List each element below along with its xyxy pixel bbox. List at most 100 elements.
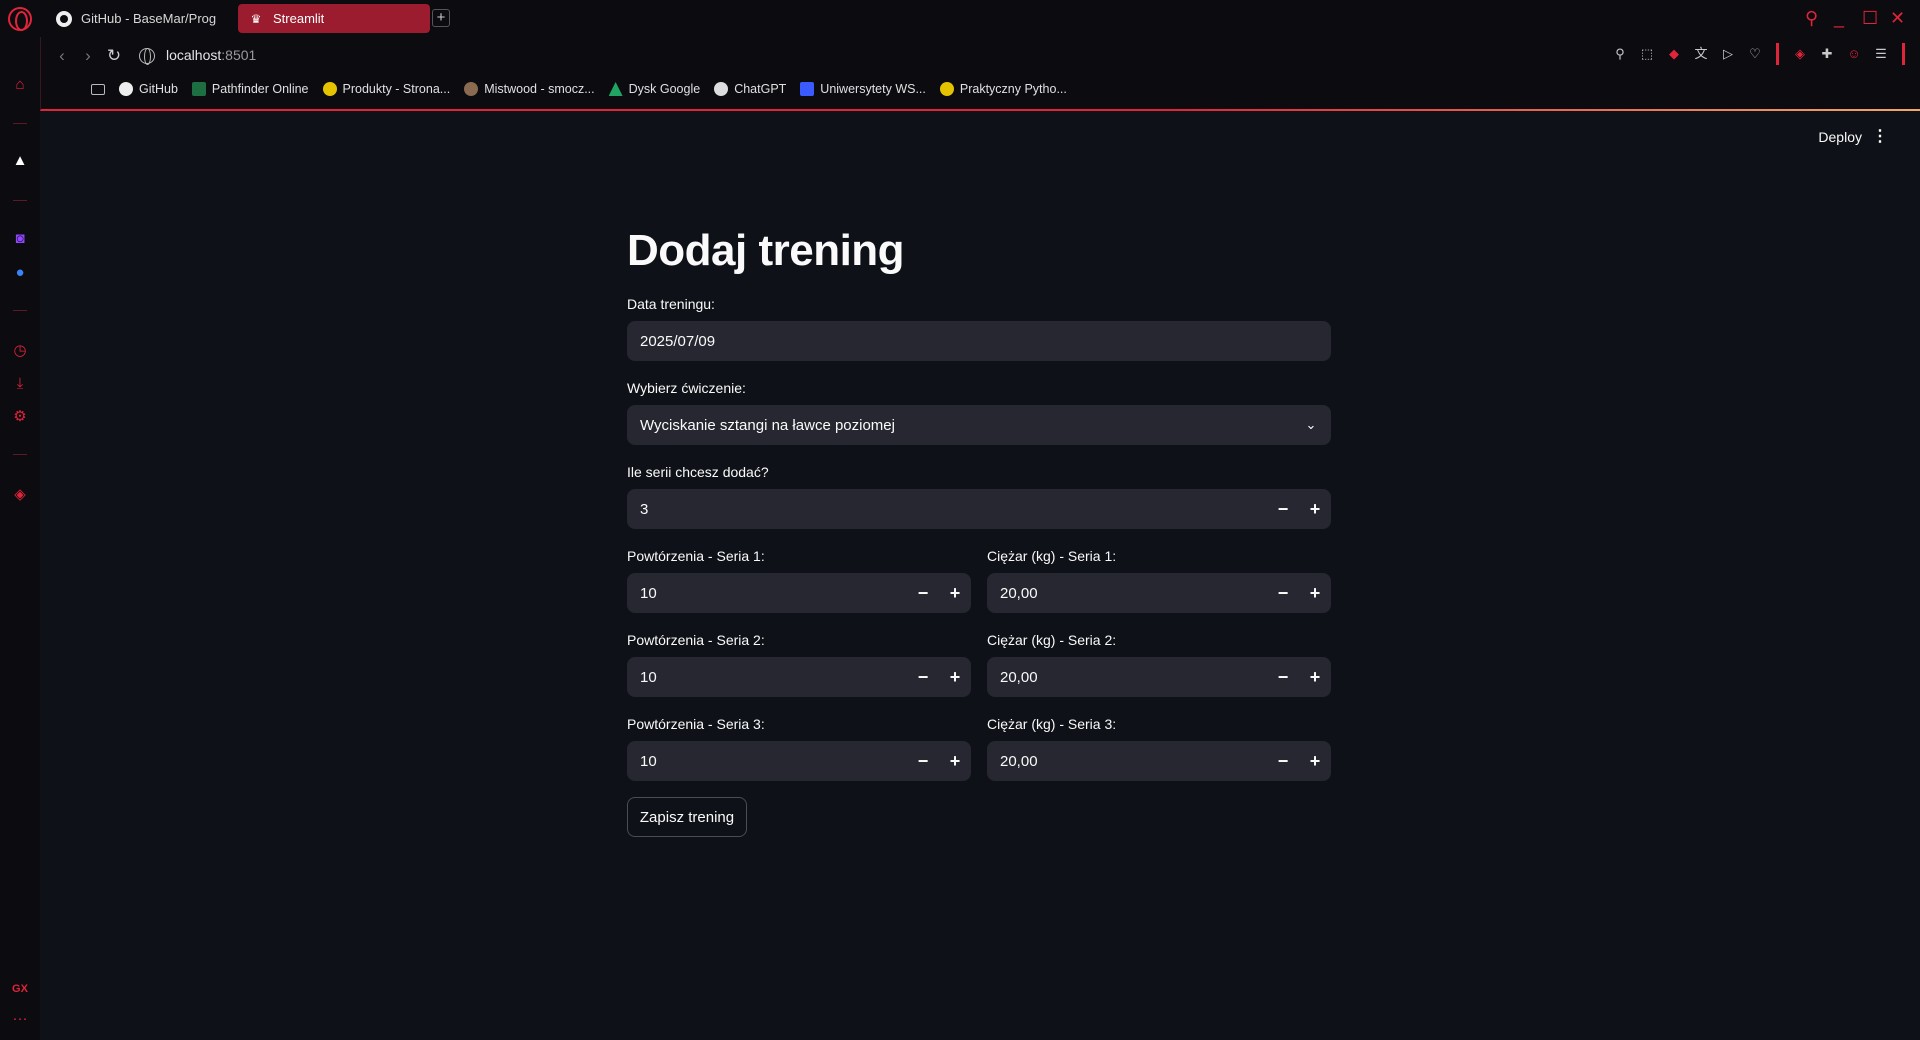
increment-button[interactable]: +	[1299, 583, 1331, 604]
ublock-icon[interactable]: ◈	[8, 483, 32, 507]
reps-value: 10	[640, 668, 657, 686]
url-host: localhost	[166, 47, 222, 63]
divider	[13, 200, 27, 201]
bookmark-mistwood[interactable]: Mistwood - smocz...	[464, 82, 595, 96]
reps-input[interactable]: 10 − +	[627, 657, 971, 697]
back-icon[interactable]: ‹	[51, 45, 73, 67]
bookmark-label: ChatGPT	[734, 82, 787, 96]
decrement-button[interactable]: −	[907, 583, 939, 604]
aria-icon[interactable]: ▲	[8, 149, 32, 173]
settings-icon[interactable]: ⚙	[8, 405, 32, 429]
divider	[13, 454, 27, 455]
date-value: 2025/07/09	[640, 332, 716, 350]
maximize-icon[interactable]: ☐	[1862, 6, 1878, 30]
bookmark-github[interactable]: GitHub	[119, 82, 178, 96]
divider	[13, 123, 27, 124]
search-icon[interactable]: ⚲	[1805, 6, 1818, 30]
weight-input[interactable]: 20,00 − +	[987, 573, 1331, 613]
reps-input[interactable]: 10 − +	[627, 573, 971, 613]
messenger-icon[interactable]: ●	[8, 261, 32, 285]
close-window-icon[interactable]: ✕	[1890, 6, 1905, 30]
bookmark-label: Dysk Google	[628, 82, 701, 96]
twitch-icon[interactable]: ◙	[8, 227, 32, 251]
easy-setup-icon[interactable]: ☰	[1872, 45, 1890, 63]
tab-streamlit[interactable]: ♛ Streamlit	[238, 4, 430, 33]
save-training-button[interactable]: Zapisz trening	[627, 797, 747, 837]
weight-value: 20,00	[1000, 584, 1038, 602]
increment-button[interactable]: +	[1299, 667, 1331, 688]
divider	[1776, 43, 1779, 65]
weight-value: 20,00	[1000, 668, 1038, 686]
history-icon[interactable]: ◷	[8, 339, 32, 363]
divider	[13, 310, 27, 311]
date-label: Data treningu:	[627, 296, 715, 312]
send-icon[interactable]: ▷	[1719, 45, 1737, 63]
reps-input[interactable]: 10 − +	[627, 741, 971, 781]
increment-button[interactable]: +	[939, 751, 971, 772]
decrement-button[interactable]: −	[1267, 667, 1299, 688]
minimize-icon[interactable]: _	[1834, 6, 1844, 30]
reps-label: Powtórzenia - Seria 3:	[627, 716, 765, 732]
bookmark-chatgpt[interactable]: ChatGPT	[714, 82, 786, 96]
decrement-button[interactable]: −	[1267, 499, 1299, 520]
streamlit-app: Deploy ⋮ Dodaj trening Data treningu: 20…	[41, 111, 1920, 1040]
weight-input[interactable]: 20,00 − +	[987, 741, 1331, 781]
forward-icon[interactable]: ›	[77, 45, 99, 67]
tab-label: GitHub - BaseMar/Progres	[81, 11, 216, 26]
pocket-icon[interactable]: ◆	[1665, 45, 1683, 63]
opera-logo-icon[interactable]	[8, 7, 32, 31]
python-icon	[322, 82, 337, 96]
increment-button[interactable]: +	[1299, 751, 1331, 772]
bookmark-label: Produkty - Strona...	[342, 82, 451, 96]
exercise-label: Wybierz ćwiczenie:	[627, 380, 746, 396]
decrement-button[interactable]: −	[1267, 583, 1299, 604]
decrement-button[interactable]: −	[907, 667, 939, 688]
site-info-icon[interactable]	[139, 48, 155, 65]
bookmark-produkty[interactable]: Produkty - Strona...	[322, 82, 451, 96]
increment-button[interactable]: +	[939, 667, 971, 688]
chevron-down-icon: ⌄	[1305, 417, 1317, 432]
gx-label[interactable]: GX	[8, 977, 32, 1001]
translate-icon[interactable]: 文	[1692, 45, 1710, 63]
date-input[interactable]: 2025/07/09	[627, 321, 1331, 361]
page-title: Dodaj trening	[627, 226, 905, 275]
divider	[1902, 43, 1905, 65]
bookmark-label: Mistwood - smocz...	[484, 82, 595, 96]
bookmark-pathfinder[interactable]: Pathfinder Online	[191, 82, 309, 96]
increment-button[interactable]: +	[939, 583, 971, 604]
dragon-icon	[464, 82, 479, 96]
reps-label: Powtórzenia - Seria 1:	[627, 548, 765, 564]
exercise-value: Wyciskanie sztangi na ławce poziomej	[640, 416, 895, 434]
more-icon[interactable]: ···	[8, 1007, 32, 1031]
profile-icon[interactable]: ☺	[1845, 45, 1863, 63]
bookmark-praktyczny-python[interactable]: Praktyczny Pytho...	[939, 82, 1067, 96]
pin-icon[interactable]: ⚲	[1611, 45, 1629, 63]
bookmark-label: Praktyczny Pytho...	[959, 82, 1067, 96]
heart-icon[interactable]: ♡	[1746, 45, 1764, 63]
weight-input[interactable]: 20,00 − +	[987, 657, 1331, 697]
series-count-value: 3	[640, 500, 649, 518]
drive-icon	[608, 82, 623, 96]
ublock-icon[interactable]: ◈	[1791, 45, 1809, 63]
snapshot-icon[interactable]: ⬚	[1638, 45, 1656, 63]
tab-github[interactable]: GitHub - BaseMar/Progres	[46, 4, 226, 33]
folder-icon[interactable]	[91, 83, 105, 95]
decrement-button[interactable]: −	[907, 751, 939, 772]
bookmark-dysk-google[interactable]: Dysk Google	[608, 82, 701, 96]
address-bar[interactable]: localhost:8501	[166, 47, 256, 63]
increment-button[interactable]: +	[1299, 499, 1331, 520]
reload-icon[interactable]: ↻	[103, 45, 125, 67]
bookmark-uniwersytety[interactable]: Uniwersytety WS...	[800, 82, 926, 96]
downloads-icon[interactable]: ⤓	[8, 372, 32, 396]
extensions-icon[interactable]: ✚	[1818, 45, 1836, 63]
weight-label: Ciężar (kg) - Seria 2:	[987, 632, 1117, 648]
new-tab-button[interactable]: +	[432, 9, 450, 27]
deploy-button[interactable]: Deploy	[1818, 129, 1862, 145]
series-count-input[interactable]: 3 − +	[627, 489, 1331, 529]
workspaces-icon[interactable]: ⌂	[8, 73, 32, 97]
main-menu-icon[interactable]: ⋮	[1872, 129, 1888, 145]
exercise-select[interactable]: Wyciskanie sztangi na ławce poziomej ⌄	[627, 405, 1331, 445]
decrement-button[interactable]: −	[1267, 751, 1299, 772]
bookmarks-bar: GitHub Pathfinder Online Produkty - Stro…	[91, 79, 1067, 99]
weight-label: Ciężar (kg) - Seria 3:	[987, 716, 1117, 732]
